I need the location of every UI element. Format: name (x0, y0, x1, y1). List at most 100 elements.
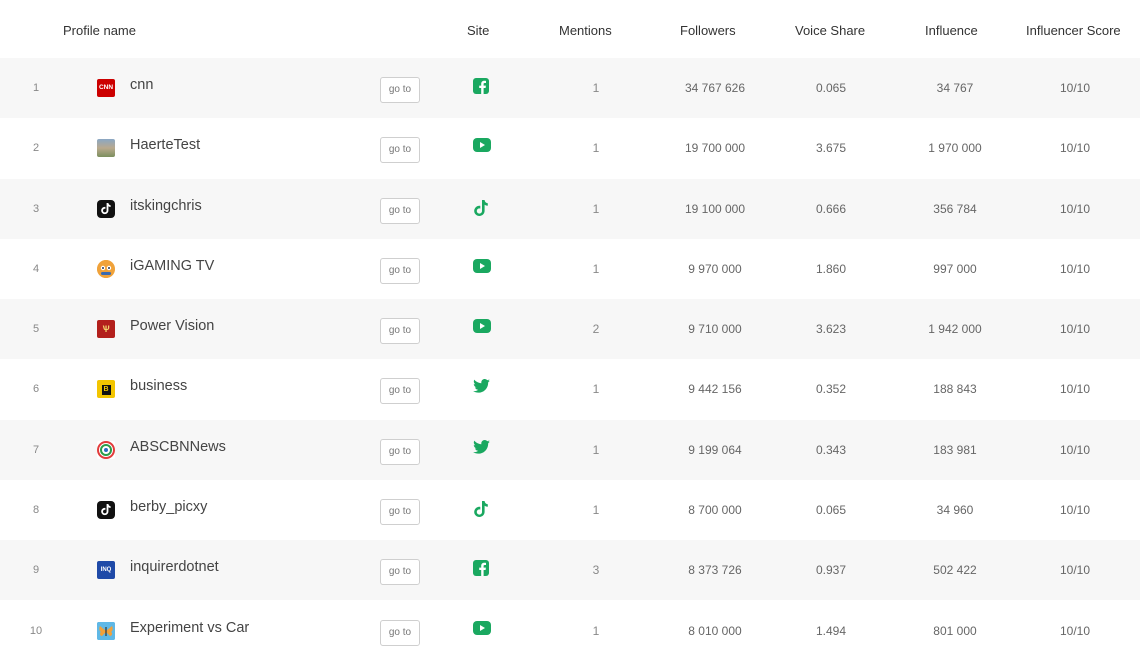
profile-name: Power Vision (130, 318, 215, 335)
profile-avatar: B (97, 380, 115, 399)
followers-value: 34 767 626 (684, 81, 746, 95)
influencer-score-value: 10/10 (1059, 442, 1091, 457)
table-row: 7 ABSCBNNews go to 1 9 199 064 0.343 183 981 10… (0, 419, 1140, 480)
profile-name: business (130, 378, 188, 395)
facebook-icon[interactable] (473, 560, 493, 580)
youtube-icon[interactable] (473, 138, 493, 158)
goto-button[interactable]: go to (380, 619, 420, 646)
header-voice-share[interactable]: Voice Share (795, 23, 865, 38)
goto-button[interactable]: go to (380, 318, 420, 345)
profile-name: iGAMING TV (130, 257, 215, 274)
mentions-value: 1 (592, 261, 600, 276)
goto-cell: go to (380, 618, 420, 646)
goto-button[interactable]: go to (380, 137, 420, 164)
followers-value: 8 010 000 (688, 623, 742, 638)
youtube-icon[interactable] (473, 620, 493, 641)
row-number: 6 (32, 383, 40, 396)
table-row: 1 CNN cnn go to 1 34 767 626 0.065 34 767 10/10 (0, 58, 1140, 118)
influence-value: 34 960 (936, 503, 974, 518)
influencer-score-value: 10/10 (1059, 503, 1091, 518)
influence-value: 356 784 (933, 201, 977, 216)
goto-button[interactable]: go to (380, 77, 420, 103)
row-number: 4 (32, 262, 40, 275)
profile-avatar (97, 440, 115, 459)
facebook-icon[interactable] (473, 78, 493, 98)
influence-value: 34 767 (936, 81, 974, 95)
inquirer-logo-icon: INQ (97, 561, 115, 580)
influence-value: 801 000 (933, 623, 977, 638)
youtube-icon[interactable] (473, 258, 493, 279)
influence-value: 183 981 (933, 442, 977, 457)
influencer-score-value: 10/10 (1059, 382, 1091, 397)
goto-cell: go to (380, 256, 420, 284)
abscbn-logo-icon (97, 440, 115, 459)
row-number: 1 (32, 82, 40, 94)
goto-cell: go to (380, 376, 420, 405)
header-influence[interactable]: Influence (925, 23, 978, 38)
influence-value: 502 422 (933, 563, 977, 578)
influencer-score-value: 10/10 (1059, 563, 1091, 578)
row-number: 3 (32, 202, 40, 215)
igaming-logo-icon (97, 259, 115, 278)
header-followers[interactable]: Followers (680, 23, 736, 38)
header-mentions[interactable]: Mentions (559, 23, 612, 38)
table-row: 9 INQ inquirerdotnet go to 3 8 373 726 0.937 50… (0, 540, 1140, 601)
goto-button[interactable]: go to (380, 559, 420, 586)
goto-cell: go to (380, 437, 420, 465)
twitter-icon[interactable] (473, 379, 493, 399)
mentions-value: 2 (592, 322, 600, 337)
goto-button[interactable]: go to (380, 438, 420, 465)
table-body: 1 CNN cnn go to 1 34 767 626 0.065 34 767 10/10 2… (0, 58, 1140, 661)
voice-share-value: 3.675 (815, 141, 847, 156)
mentions-value: 1 (592, 382, 600, 397)
voice-share-value: 0.666 (815, 201, 847, 216)
table-row: 6 Bbusiness go to 1 9 442 156 0.352 188 843 10/… (0, 359, 1140, 420)
goto-cell: go to (380, 497, 420, 526)
influencer-score-value: 10/10 (1059, 201, 1091, 216)
goto-button[interactable]: go to (380, 257, 420, 284)
followers-value: 8 373 726 (688, 563, 742, 578)
table-row: 3 itskingchris go to 1 19 100 000 0.666 356 78… (0, 178, 1140, 239)
goto-button[interactable]: go to (380, 197, 420, 224)
header-profile-name[interactable]: Profile name (63, 23, 136, 38)
tiktok-icon[interactable] (473, 199, 493, 219)
influencer-score-value: 10/10 (1059, 141, 1091, 156)
followers-value: 19 100 000 (684, 201, 746, 216)
voice-share-value: 0.065 (815, 81, 847, 95)
goto-button[interactable]: go to (380, 499, 420, 526)
twitter-icon[interactable] (473, 439, 493, 460)
profile-avatar (97, 259, 115, 278)
voice-share-value: 1.494 (815, 623, 847, 638)
profile-name: HaerteTest (130, 137, 201, 154)
butterfly-logo-icon (97, 621, 115, 640)
influence-value: 1 942 000 (928, 322, 982, 337)
header-influencer-score[interactable]: Influencer Score (1026, 23, 1121, 38)
goto-button[interactable]: go to (380, 378, 420, 405)
goto-cell: go to (380, 75, 420, 103)
profile-avatar (97, 501, 115, 520)
followers-value: 9 442 156 (688, 382, 742, 397)
influencer-score-value: 10/10 (1059, 322, 1091, 337)
influencer-score-value: 10/10 (1059, 81, 1091, 95)
profile-avatar: CNN (97, 79, 115, 97)
profile-avatar (97, 199, 115, 218)
tiktok-icon[interactable] (473, 500, 493, 520)
table-header: Profile name Site Mentions Followers Voi… (0, 0, 1140, 58)
mentions-value: 3 (592, 563, 600, 578)
goto-cell: go to (380, 557, 420, 586)
table-row: 2 HaerteTest go to 1 19 700 000 3.675 1 970 00… (0, 118, 1140, 179)
mentions-value: 1 (592, 442, 600, 457)
followers-value: 9 710 000 (688, 322, 742, 337)
profile-name: itskingchris (130, 197, 202, 214)
header-site[interactable]: Site (467, 23, 489, 38)
profile-avatar: INQ (97, 561, 115, 580)
voice-share-value: 0.343 (815, 442, 847, 457)
profile-avatar (97, 621, 115, 640)
tiktok-logo-icon (97, 199, 115, 218)
voice-share-value: 0.937 (815, 563, 847, 578)
profile-name: berby_picxy (130, 499, 208, 516)
table-row: 4 iGAMING TV go to 1 9 970 000 1.860 997 000 10… (0, 238, 1140, 299)
youtube-icon[interactable] (473, 319, 493, 339)
followers-value: 9 199 064 (688, 442, 742, 457)
table-row: 10 Experiment vs Car go to 1 8 010 000 1.494 8… (0, 600, 1140, 661)
